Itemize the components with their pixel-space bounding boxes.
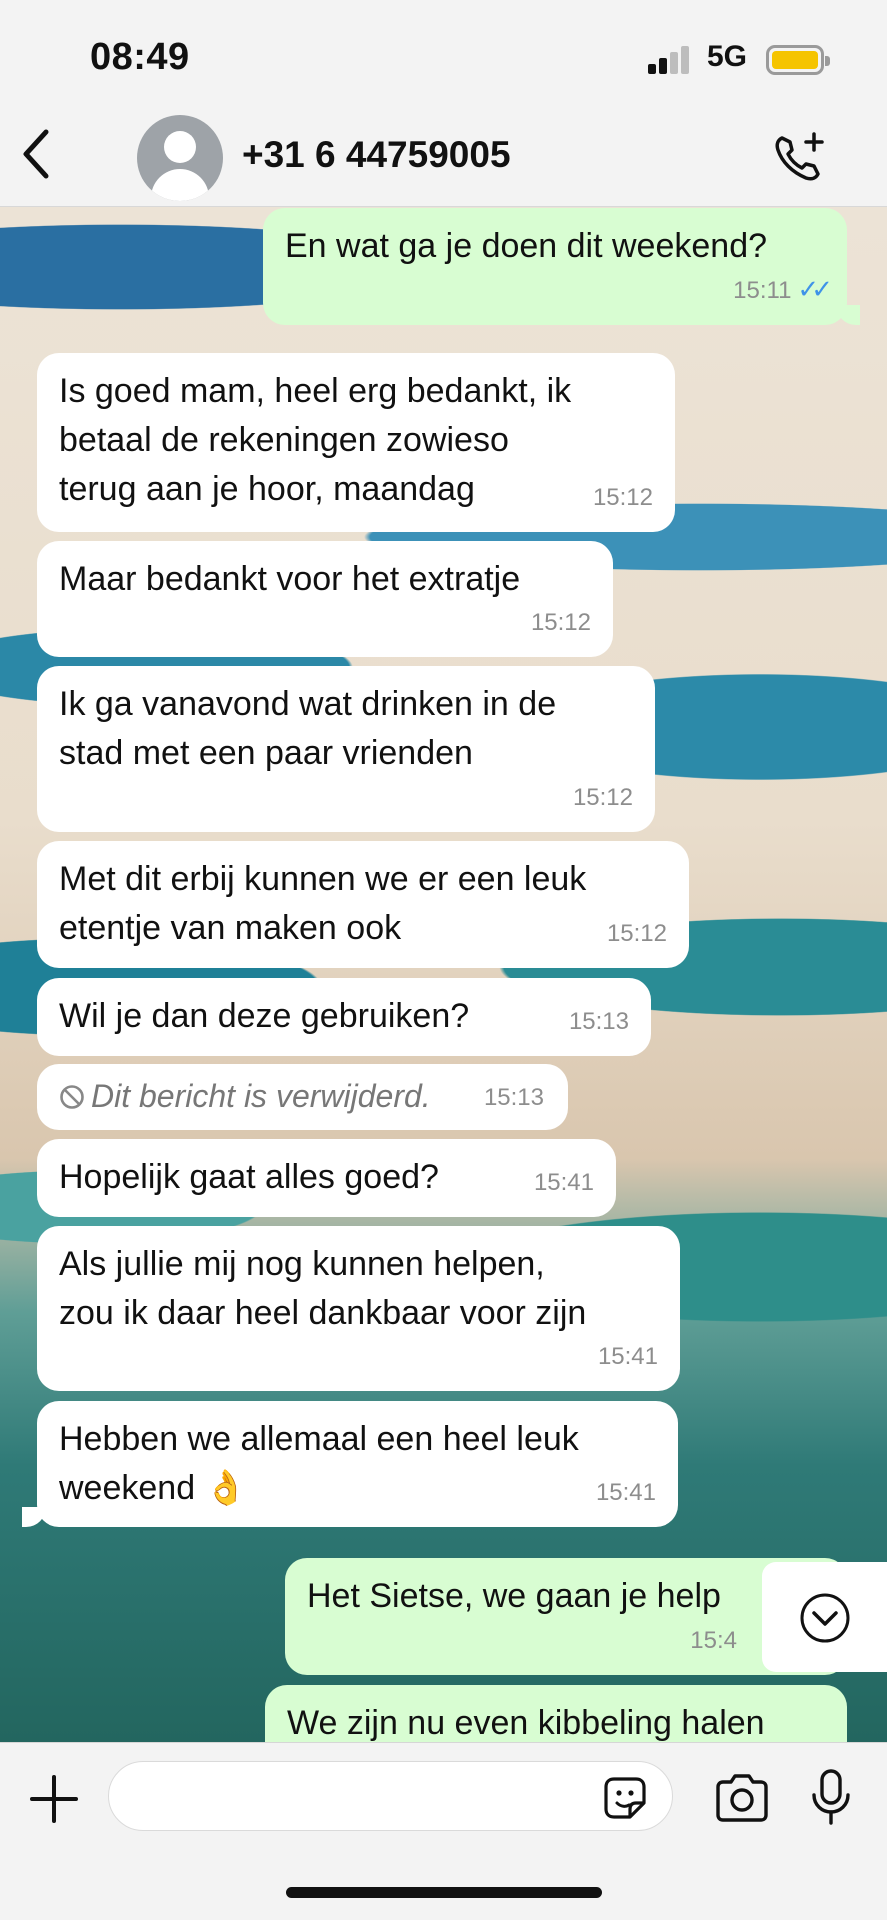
read-receipt-icon: ✓✓ <box>797 274 832 304</box>
message-time: 15:41 <box>595 1479 656 1506</box>
avatar[interactable] <box>137 115 223 201</box>
message-bubble-incoming[interactable]: Maar bedankt voor het extratje 15:12 <box>37 541 613 657</box>
message-text: Hopelijk gaat alles goed? <box>59 1158 439 1196</box>
home-indicator <box>286 1887 602 1898</box>
message-line: terug aan je hoor, maandag <box>59 470 475 508</box>
message-time: 15:4 <box>690 1627 737 1654</box>
message-time: 15:13 <box>568 1008 629 1035</box>
message-text: En wat ga je doen dit weekend? <box>285 227 768 265</box>
attach-button[interactable] <box>28 1773 80 1825</box>
message-time: 15:41 <box>533 1169 594 1196</box>
microphone-button[interactable] <box>806 1767 856 1827</box>
message-bubble-incoming[interactable]: Hebben we allemaal een heel leuk weekend… <box>37 1401 678 1527</box>
message-time: 15:12 <box>572 784 633 811</box>
message-line: Hebben we allemaal een heel leuk <box>59 1420 579 1458</box>
chat-header: 08:49 5G +31 6 44759005 <box>0 0 887 207</box>
message-line: Ik ga vanavond wat drinken in de <box>59 685 557 723</box>
message-bubble-incoming[interactable]: Ik ga vanavond wat drinken in de stad me… <box>37 666 655 832</box>
message-line: Als jullie mij nog kunnen helpen, <box>59 1245 545 1283</box>
sticker-button[interactable] <box>600 1773 650 1823</box>
phone-plus-icon <box>775 132 824 181</box>
message-time: 15:41 <box>597 1343 658 1370</box>
message-bubble-deleted[interactable]: Dit bericht is verwijderd. 15:13 <box>37 1064 568 1130</box>
message-composer <box>0 1742 887 1920</box>
chevron-down-circle-icon <box>800 1593 850 1643</box>
message-text: Maar bedankt voor het extratje <box>59 560 521 598</box>
message-time: 15:12 <box>592 484 653 511</box>
microphone-icon <box>812 1769 850 1825</box>
contact-name[interactable]: +31 6 44759005 <box>242 134 511 176</box>
message-bubble-incoming[interactable]: Hopelijk gaat alles goed? 15:41 <box>37 1139 616 1217</box>
camera-icon <box>716 1774 768 1822</box>
message-line: Is goed mam, heel erg bedankt, ik <box>59 372 572 410</box>
plus-icon <box>30 1775 78 1823</box>
message-input[interactable] <box>108 1761 673 1831</box>
message-line: stad met een paar vrienden <box>59 734 473 772</box>
message-bubble-incoming[interactable]: Wil je dan deze gebruiken? 15:13 <box>37 978 651 1056</box>
message-bubble-outgoing[interactable]: We zijn nu even kibbeling halen <box>265 1685 847 1742</box>
message-line: weekend 👌 <box>59 1469 247 1507</box>
message-time: 15:12 <box>530 609 591 636</box>
message-bubble-incoming[interactable]: Is goed mam, heel erg bedankt, ik betaal… <box>37 353 675 532</box>
add-call-button[interactable] <box>770 128 830 188</box>
sticker-icon <box>604 1777 646 1819</box>
message-bubble-incoming[interactable]: Als jullie mij nog kunnen helpen, zou ik… <box>37 1226 680 1391</box>
chevron-left-icon <box>23 129 49 179</box>
message-bubble-outgoing[interactable]: En wat ga je doen dit weekend? 15:11 ✓✓ <box>263 208 847 325</box>
message-line: zou ik daar heel dankbaar voor zijn <box>59 1294 587 1332</box>
message-time: 15:11 ✓✓ <box>733 274 833 304</box>
message-line: betaal de rekeningen zowieso <box>59 421 509 459</box>
message-text: Het Sietse, we gaan je help <box>307 1577 721 1615</box>
chat-area[interactable]: En wat ga je doen dit weekend? 15:11 ✓✓ I… <box>0 207 887 1742</box>
signal-icon <box>648 46 692 74</box>
message-line: etentje van maken ook <box>59 909 402 947</box>
back-button[interactable] <box>14 126 64 182</box>
camera-button[interactable] <box>712 1773 772 1823</box>
message-line: Met dit erbij kunnen we er een leuk <box>59 860 587 898</box>
network-type: 5G <box>707 40 748 73</box>
message-time: 15:12 <box>606 920 667 947</box>
message-time: 15:13 <box>483 1084 544 1111</box>
deleted-icon <box>60 1085 84 1109</box>
message-bubble-incoming[interactable]: Met dit erbij kunnen we er een leuk eten… <box>37 841 689 968</box>
message-text: Wil je dan deze gebruiken? <box>59 997 470 1035</box>
scroll-to-bottom-button[interactable] <box>762 1562 887 1672</box>
message-text: We zijn nu even kibbeling halen <box>287 1704 765 1742</box>
battery-icon <box>766 45 830 75</box>
message-text: Dit bericht is verwijderd. <box>59 1072 546 1121</box>
status-time: 08:49 <box>90 36 190 78</box>
